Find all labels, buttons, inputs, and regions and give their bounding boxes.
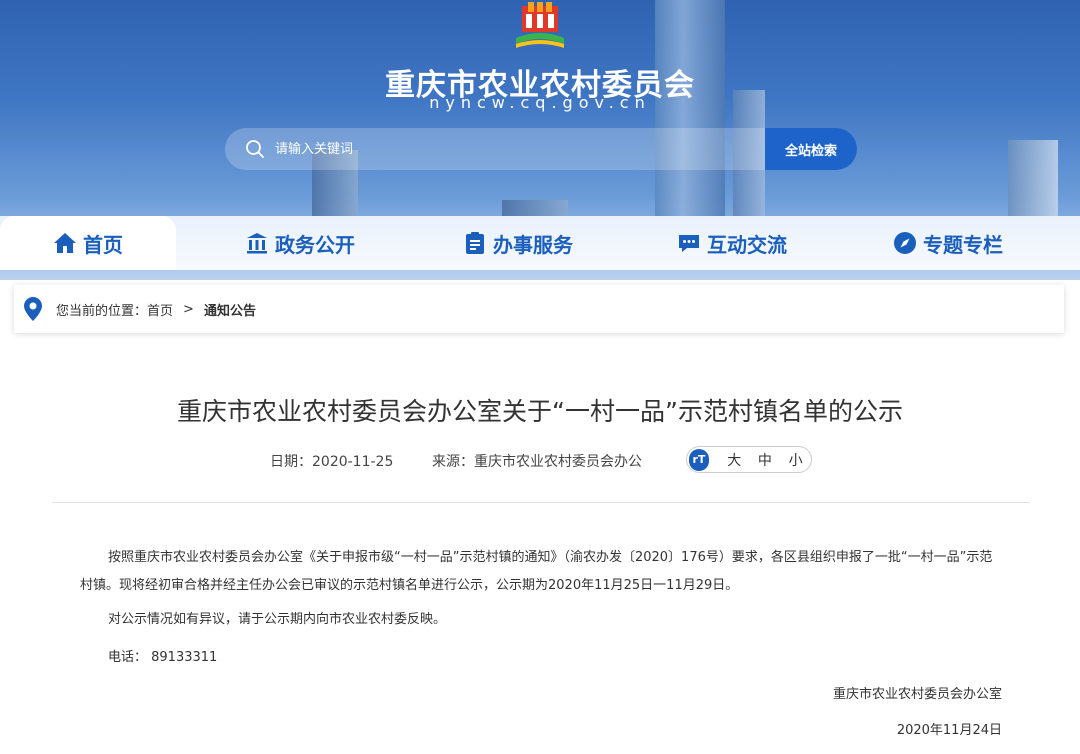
source-label: 来源： [432, 454, 474, 470]
breadcrumb: 您当前的位置： 首页 > 通知公告 [14, 285, 1064, 333]
compass-icon [894, 232, 916, 254]
nav-item-government[interactable]: 政务公开 [210, 216, 390, 270]
nav-item-services[interactable]: 办事服务 [428, 216, 608, 270]
date-label: 日期： [270, 454, 312, 470]
skyline-building [655, 0, 725, 240]
breadcrumb-current-link[interactable]: 通知公告 [204, 300, 256, 319]
nav-item-label: 办事服务 [493, 232, 573, 257]
article-source: 来源：重庆市农业农村委员会办公 [432, 451, 642, 471]
source-value: 重庆市农业农村委员会办公 [474, 454, 642, 470]
nav-item-home[interactable]: 首页 [0, 216, 176, 270]
article-sign-date: 2020年11月24日 [896, 723, 1002, 738]
main-nav: 首页 政务公开 办事服务 互动交流 专题专栏 [0, 216, 1080, 270]
breadcrumb-separator: > [183, 301, 194, 317]
date-value: 2020-11-25 [312, 454, 394, 470]
article-paragraph: 对公示情况如有异议，请于公示期内向市农业农村委反映。 [108, 612, 447, 627]
government-icon [247, 233, 267, 254]
nav-item-label: 政务公开 [275, 232, 355, 257]
article-contact: 电话： 89133311 [108, 650, 218, 665]
nav-item-label: 专题专栏 [923, 232, 1003, 257]
home-icon [54, 233, 76, 253]
font-size-switcher: rT 大 中 小 [686, 446, 812, 473]
search-icon [246, 140, 264, 158]
chat-icon [679, 235, 699, 252]
article-paragraph: 按照重庆市农业农村委员会办公室《关于申报市级“一村一品”示范村镇的通知》（渝农办… [80, 550, 993, 593]
location-pin-icon [24, 297, 42, 321]
article-date: 日期：2020-11-25 [270, 451, 393, 471]
site-domain: nyncw.cq.gov.cn [429, 93, 651, 112]
breadcrumb-prefix: 您当前的位置： [56, 303, 148, 319]
font-size-icon: rT [689, 448, 709, 471]
article-title: 重庆市农业农村委员会办公室关于“一村一品”示范村镇名单的公示 [177, 397, 903, 426]
nav-item-label: 首页 [83, 232, 123, 257]
font-size-large[interactable]: 大 [719, 450, 750, 470]
clipboard-icon [466, 232, 484, 254]
nav-item-interaction[interactable]: 互动交流 [642, 216, 822, 270]
search-bar: 全站检索 [225, 128, 857, 170]
font-size-small[interactable]: 小 [780, 450, 811, 470]
article-signature: 重庆市农业农村委员会办公室 [832, 687, 1002, 702]
font-size-medium[interactable]: 中 [750, 450, 781, 470]
site-logo-icon[interactable] [514, 2, 566, 50]
nav-item-topics[interactable]: 专题专栏 [858, 216, 1038, 270]
search-button[interactable]: 全站检索 [765, 128, 857, 170]
breadcrumb-home-link[interactable]: 首页 [147, 300, 173, 319]
divider [52, 502, 1030, 503]
nav-item-label: 互动交流 [707, 232, 787, 257]
search-input[interactable] [275, 128, 755, 170]
